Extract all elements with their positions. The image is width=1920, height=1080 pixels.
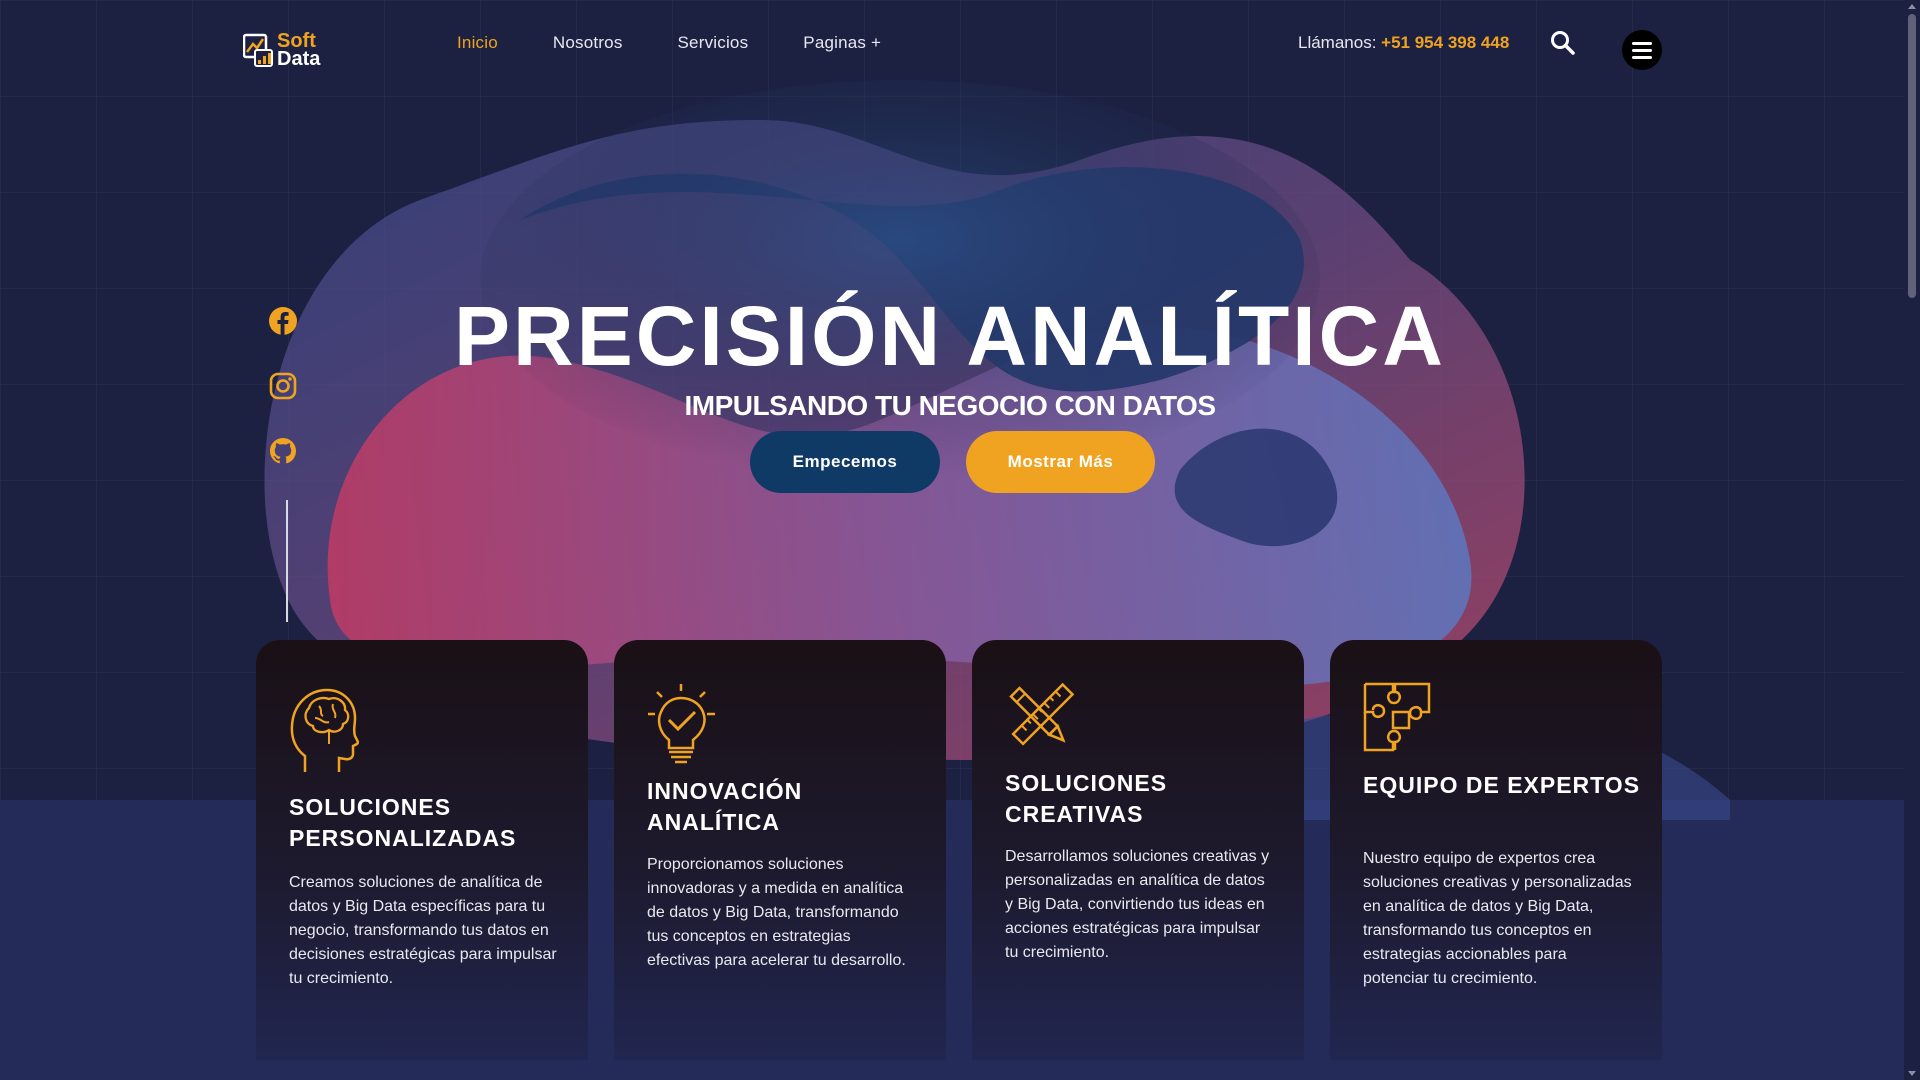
feature-card-soluciones-personalizadas[interactable]: Soluciones Personalizadas Creamos soluci…: [256, 640, 588, 1060]
puzzle-icon: [1363, 682, 1431, 752]
empecemos-button[interactable]: Empecemos: [750, 431, 940, 493]
mostrar-mas-button[interactable]: Mostrar Más: [966, 431, 1155, 493]
card-title: Soluciones Personalizadas: [289, 794, 517, 851]
hamburger-menu-icon[interactable]: [1622, 30, 1662, 70]
feature-card-innovacion-analitica[interactable]: Innovación Analítica Proporcionamos solu…: [614, 640, 946, 1060]
logo-text-bottom: Data: [277, 48, 321, 70]
card-title: Equipo de Expertos: [1363, 772, 1641, 798]
feature-card-soluciones-creativas[interactable]: Soluciones Creativas Desarrollamos soluc…: [972, 640, 1304, 1060]
phone-number[interactable]: +51 954 398 448: [1381, 33, 1509, 52]
card-title: Soluciones Creativas: [1005, 770, 1168, 827]
card-text: Nuestro equipo de expertos crea solucion…: [1363, 850, 1632, 987]
feature-card-equipo-expertos[interactable]: Equipo de Expertos Nuestro equipo de exp…: [1330, 640, 1662, 1060]
scroll-up-arrow-icon[interactable]: [1908, 4, 1916, 9]
card-text: Desarrollamos soluciones creativas y per…: [1005, 848, 1270, 961]
card-text: Proporcionamos soluciones innovadoras y …: [647, 856, 906, 969]
main-nav: Inicio Nosotros Servicios Paginas +: [457, 33, 936, 53]
nav-nosotros[interactable]: Nosotros: [553, 33, 623, 53]
search-icon[interactable]: [1550, 30, 1576, 56]
site-header: Soft Data Inicio Nosotros Servicios Pagi…: [0, 0, 1900, 90]
hero-title: PRECISIÓN ANALÍTICA: [454, 289, 1446, 383]
chart-window-icon: [243, 33, 273, 67]
hero-subtitle: IMPULSANDO TU NEGOCIO CON DATOS: [684, 390, 1216, 421]
phone-label: Llámanos:: [1298, 33, 1382, 52]
nav-paginas[interactable]: Paginas +: [803, 33, 881, 53]
nav-servicios[interactable]: Servicios: [678, 33, 749, 53]
social-divider-line: [286, 500, 288, 622]
phone-contact: Llámanos: +51 954 398 448: [1298, 33, 1509, 53]
github-icon[interactable]: [268, 436, 298, 466]
card-title: Innovación Analítica: [647, 778, 803, 835]
scroll-down-arrow-icon[interactable]: [1908, 1071, 1916, 1076]
lightbulb-check-icon: [648, 684, 715, 764]
card-text: Creamos soluciones de analítica de datos…: [289, 874, 557, 987]
page-scrollbar[interactable]: [1904, 0, 1920, 1080]
brain-head-icon: [290, 688, 359, 772]
nav-inicio[interactable]: Inicio: [457, 33, 498, 53]
pencil-ruler-icon: [1009, 682, 1075, 746]
site-logo[interactable]: Soft Data: [243, 28, 355, 72]
scroll-thumb[interactable]: [1908, 14, 1916, 298]
